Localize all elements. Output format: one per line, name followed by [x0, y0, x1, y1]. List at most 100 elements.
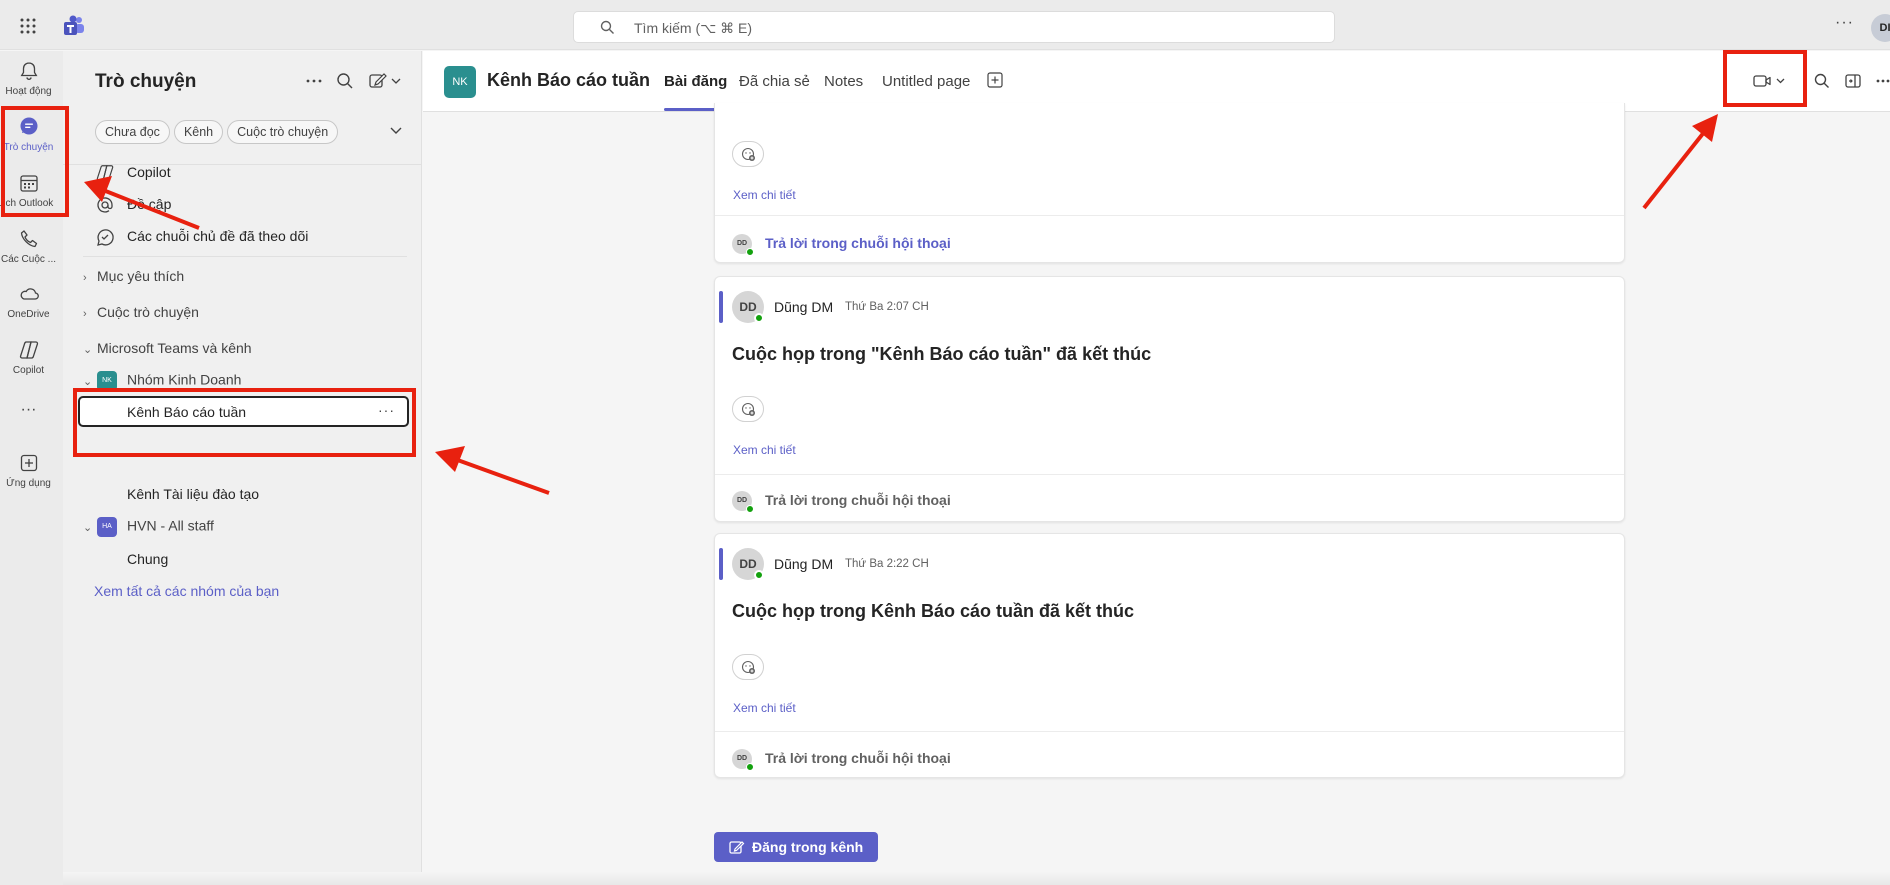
phone-icon [20, 230, 37, 248]
rail-label: OneDrive [7, 309, 50, 320]
search-icon[interactable] [335, 71, 355, 91]
post-card: DD Dũng DM Thứ Ba 2:22 CH Cuộc họp trong… [714, 533, 1625, 778]
rail-label: Các Cuộc ... [0, 254, 57, 265]
arrow-to-video [1642, 114, 1718, 210]
section-label: Mục yêu thích [97, 268, 185, 284]
presence-available-icon [754, 313, 764, 323]
post-title: Cuộc họp trong Kênh Báo cáo tuần đã kết … [732, 601, 1135, 621]
rail-label: Hoạt động [5, 86, 52, 97]
post-timestamp: Thứ Ba 2:22 CH [845, 558, 929, 570]
section-favorites[interactable]: › Mục yêu thích [83, 268, 184, 284]
rail-item-calls[interactable]: Các Cuộc ... [0, 228, 57, 265]
divider [63, 164, 421, 165]
post-in-channel-label: Đăng trong kênh [752, 839, 864, 855]
reaction-button[interactable] [732, 396, 764, 422]
mention-icon [97, 197, 113, 213]
settings-more-button[interactable]: ··· [1835, 14, 1854, 32]
section-chats[interactable]: › Cuộc trò chuyện [83, 304, 199, 320]
presence-available-icon [754, 570, 764, 580]
reaction-button[interactable] [732, 141, 764, 167]
teams-logo-icon [64, 15, 84, 35]
rail-item-apps[interactable]: Ứng dụng [0, 452, 57, 489]
channel-label: Chung [127, 551, 169, 567]
rail-item-onedrive[interactable]: OneDrive [0, 283, 57, 320]
search-icon[interactable] [1813, 72, 1831, 90]
search-placeholder: Tìm kiếm (⌥ ⌘ E) [634, 20, 753, 36]
post-author[interactable]: Dũng DM [774, 299, 833, 315]
section-teams-channels[interactable]: ⌄ Microsoft Teams và kênh [83, 340, 252, 356]
filter-chats[interactable]: Cuộc trò chuyện [227, 120, 339, 144]
copilot-icon [19, 341, 38, 359]
reply-in-thread-button[interactable]: Trả lời trong chuỗi hội thoại [765, 492, 951, 508]
channel-label: Kênh Tài liệu đào tạo [127, 486, 260, 502]
tab-posts[interactable]: Bài đăng [664, 73, 727, 90]
see-details-link[interactable]: Xem chi tiết [733, 188, 796, 202]
chevron-down-icon: ⌄ [83, 521, 93, 534]
rail-item-activity[interactable]: Hoạt động [0, 60, 57, 97]
rail-item-copilot[interactable]: Copilot [0, 339, 57, 376]
channel-avatar: NK [444, 66, 476, 98]
reply-in-thread-button[interactable]: Trả lời trong chuỗi hội thoại [765, 750, 951, 766]
rail-more-apps-button[interactable]: ··· [0, 401, 57, 419]
followed-threads-icon [97, 229, 114, 246]
filter-channels[interactable]: Kênh [173, 120, 224, 144]
team-avatar: HA [97, 517, 117, 537]
add-reaction-icon [741, 402, 755, 416]
chevron-down-icon: ⌄ [83, 375, 93, 388]
bottom-edge [63, 872, 1890, 885]
filter-chips: Chưa đọc Kênh Cuộc trò chuyện [95, 120, 342, 144]
presence-available-icon [746, 763, 754, 771]
more-options-icon[interactable] [1875, 72, 1890, 90]
divider [715, 215, 1624, 216]
app-launcher-icon[interactable] [19, 17, 37, 35]
meeting-accent-bar [719, 291, 723, 323]
post-card: Xem chi tiết DD Trả lời trong chuỗi hội … [714, 103, 1625, 263]
divider [715, 474, 1624, 475]
reaction-button[interactable] [732, 654, 764, 680]
tab-untitled-page[interactable]: Untitled page [882, 73, 970, 90]
see-details-link[interactable]: Xem chi tiết [733, 443, 796, 457]
rail-label: Copilot [12, 365, 45, 376]
bell-icon [20, 62, 37, 80]
rail-label: Ứng dụng [6, 478, 51, 489]
chevron-down-icon[interactable] [390, 127, 402, 135]
see-details-link[interactable]: Xem chi tiết [733, 701, 796, 715]
chat-list-panel: Trò chuyện Chưa đọc Kênh Cuộc trò chuyện C… [63, 51, 422, 885]
search-icon [600, 20, 614, 34]
profile-avatar[interactable]: DI [1871, 14, 1890, 42]
annotation-highlight-video [1723, 50, 1807, 107]
annotation-highlight-channel [73, 388, 416, 457]
divider [715, 731, 1624, 732]
chevron-down-icon: ⌄ [83, 344, 93, 356]
new-chat-icon[interactable] [368, 71, 402, 91]
more-options-icon[interactable] [304, 71, 324, 91]
post-author[interactable]: Dũng DM [774, 556, 833, 572]
tab-shared[interactable]: Đã chia sẻ [739, 73, 810, 90]
channel-chung[interactable]: Chung [127, 551, 168, 567]
panel-title: Trò chuyện [95, 71, 197, 92]
channel-title: Kênh Báo cáo tuần [487, 70, 651, 90]
quick-item-label: Đề cập [127, 196, 172, 212]
filter-unread[interactable]: Chưa đọc [95, 120, 170, 144]
divider [83, 256, 407, 257]
compose-icon [729, 841, 745, 854]
quick-item-label: Copilot [127, 164, 171, 180]
add-apps-icon [20, 454, 37, 472]
add-reaction-icon [741, 660, 755, 674]
title-bar: Tìm kiếm (⌥ ⌘ E) ··· DI [0, 0, 1890, 50]
channel-info-icon[interactable] [1844, 72, 1862, 90]
tab-notes[interactable]: Notes [824, 73, 863, 90]
section-label: Cuộc trò chuyện [97, 304, 199, 320]
annotation-highlight-rail [1, 106, 69, 217]
post-in-channel-button[interactable]: Đăng trong kênh [714, 832, 878, 862]
search-input[interactable]: Tìm kiếm (⌥ ⌘ E) [573, 11, 1335, 43]
see-all-teams-link[interactable]: Xem tất cả các nhóm của bạn [94, 583, 279, 599]
team-name: Nhóm Kinh Doanh [127, 371, 242, 388]
reply-in-thread-button[interactable]: Trả lời trong chuỗi hội thoại [765, 235, 951, 251]
channel-kenh-tai-lieu-dao-tao[interactable]: Kênh Tài liệu đào tạo [127, 486, 259, 502]
post-card: DD Dũng DM Thứ Ba 2:07 CH Cuộc họp trong… [714, 276, 1625, 522]
add-tab-icon[interactable] [987, 72, 1003, 88]
post-timestamp: Thứ Ba 2:07 CH [845, 301, 929, 313]
presence-available-icon [746, 505, 754, 513]
team-hvn-all-staff[interactable]: ⌄ HA HVN - All staff [83, 517, 214, 537]
